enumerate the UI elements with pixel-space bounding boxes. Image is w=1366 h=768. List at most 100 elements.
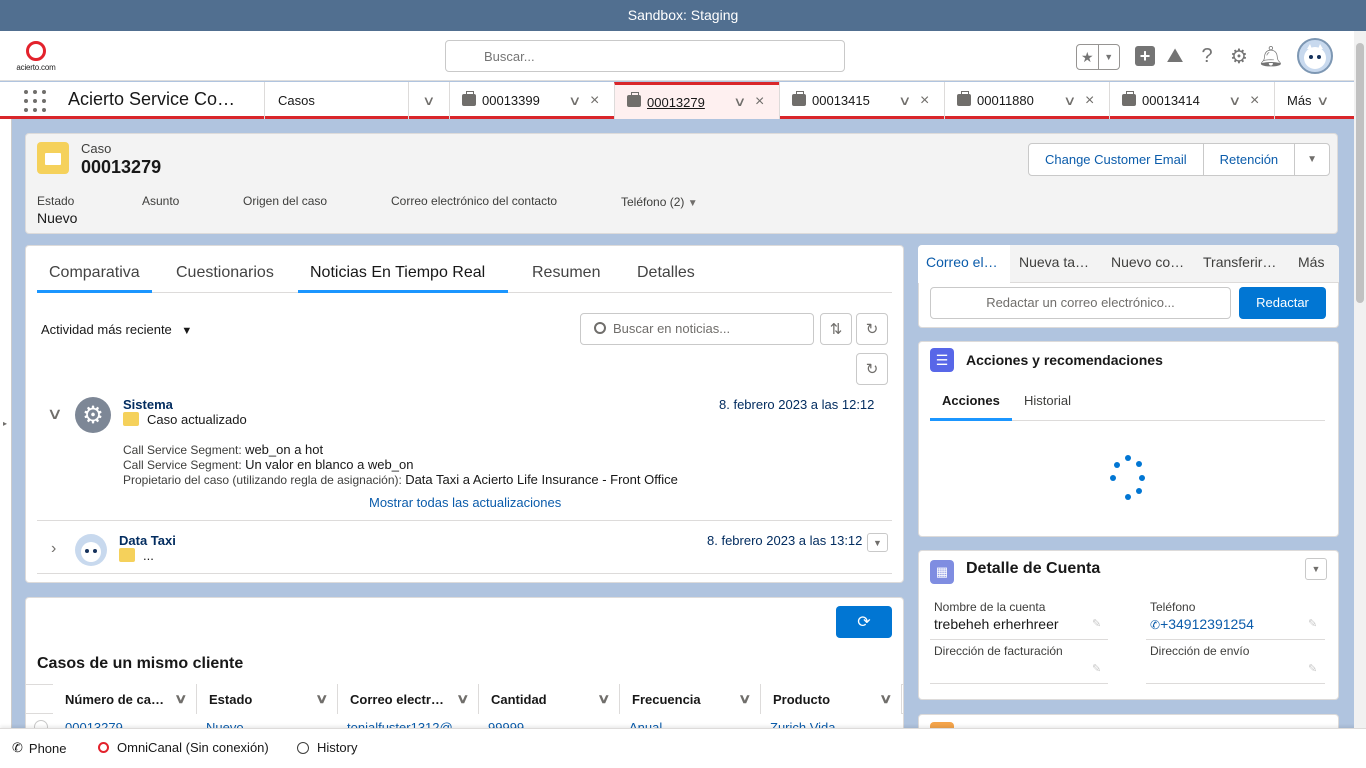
close-icon[interactable]: × — [590, 92, 599, 110]
tab-case-00013279[interactable]: 00013279 ∨ × — [614, 82, 779, 119]
retencion-button[interactable]: Retención — [1204, 144, 1296, 175]
feed-author[interactable]: Sistema — [123, 397, 173, 412]
field-label-telefono[interactable]: Teléfono (2) ▼ — [621, 195, 698, 209]
tab-more-label: Más — [1287, 93, 1312, 108]
tab-case-00011880[interactable]: 00011880 ∨ × — [944, 82, 1109, 119]
close-icon[interactable]: × — [755, 93, 764, 111]
page-scrollbar[interactable] — [1354, 31, 1366, 728]
chevron-down-icon[interactable]: ∨ — [1063, 93, 1076, 109]
tab-label: 00013399 — [482, 93, 540, 108]
tab-comparativa[interactable]: Comparativa — [49, 264, 140, 282]
add-icon[interactable]: + — [1132, 43, 1158, 69]
tab-transferir[interactable]: Transferir… — [1203, 254, 1276, 270]
system-gear-avatar-icon: ⚙ — [75, 397, 111, 433]
phone-link[interactable]: ✆+34912391254 — [1150, 616, 1254, 632]
change-customer-email-button[interactable]: Change Customer Email — [1029, 144, 1204, 175]
tab-more[interactable]: Más ∨ — [1274, 82, 1354, 119]
feed-search-input[interactable]: Buscar en noticias... — [580, 313, 814, 345]
feed-item-menu-chevron-icon[interactable]: ▼ — [867, 533, 888, 552]
tab-label: 00011880 — [977, 93, 1034, 108]
column-header[interactable]: Frecuencia ∨ — [620, 684, 761, 714]
actions-recommendations-card — [918, 341, 1339, 537]
tab-label: 00013279 — [647, 94, 705, 110]
more-actions-dropdown[interactable]: ▼ — [1295, 144, 1329, 175]
column-header[interactable]: Producto ∨ — [761, 684, 902, 714]
star-icon[interactable]: ★ — [1077, 45, 1098, 69]
help-icon[interactable]: ? — [1194, 43, 1220, 69]
field-label: Nombre de la cuenta — [934, 600, 1046, 614]
feed-sort-dropdown[interactable]: Actividad más reciente ▼ — [41, 322, 192, 337]
cases-title: Casos de un mismo cliente — [37, 655, 244, 672]
app-launcher-icon[interactable] — [24, 90, 46, 112]
phone-icon: ✆ — [1150, 618, 1161, 632]
nav-object-casos[interactable]: Casos — [264, 82, 408, 119]
show-all-updates-link[interactable]: Mostrar todas las actualizaciones — [369, 495, 561, 510]
expand-chevron-icon[interactable]: › — [51, 540, 56, 558]
close-icon[interactable]: × — [920, 92, 929, 110]
tab-mas[interactable]: Más — [1298, 254, 1324, 270]
compose-email-input[interactable]: Redactar un correo electrónico... — [930, 287, 1231, 319]
utility-history[interactable]: History — [297, 740, 357, 755]
company-logo[interactable]: acierto.com — [16, 41, 56, 73]
edit-pencil-icon[interactable]: ✎ — [1092, 617, 1101, 630]
tab-correo[interactable]: Correo el… — [926, 254, 998, 270]
column-header[interactable]: Estado ∨ — [197, 684, 338, 714]
utility-phone[interactable]: ✆ Phone — [12, 740, 67, 756]
column-header[interactable]: Cantidad ∨ — [479, 684, 620, 714]
feed-date[interactable]: 8. febrero 2023 a las 13:12 — [707, 533, 862, 548]
field-label-estado: Estado — [37, 194, 75, 208]
global-header: acierto.com ★▼ + ⛰ ? ⚙ 🔔︎ — [0, 31, 1354, 81]
tab-case-00013414[interactable]: 00013414 ∨ × — [1109, 82, 1274, 119]
chevron-down-icon[interactable]: ∨ — [898, 93, 911, 109]
edit-pencil-icon[interactable]: ✎ — [1308, 662, 1317, 675]
chevron-down-icon[interactable]: ∨ — [568, 93, 581, 109]
close-icon[interactable]: × — [1250, 92, 1259, 110]
expand-all-icon[interactable]: ⇅ — [820, 313, 852, 345]
chevron-down-icon: ∨ — [1315, 92, 1329, 108]
tab-noticias[interactable]: Noticias En Tiempo Real — [310, 264, 485, 282]
trailhead-icon[interactable]: ⛰ — [1162, 43, 1188, 69]
tab-nueva-tarea[interactable]: Nueva ta… — [1019, 254, 1089, 270]
edit-pencil-icon[interactable]: ✎ — [1092, 662, 1101, 675]
tab-case-00013399[interactable]: 00013399 ∨ × — [449, 82, 614, 119]
column-header[interactable]: Número de ca… ∨ — [53, 684, 197, 714]
user-avatar[interactable] — [1297, 38, 1333, 74]
notifications-bell-icon[interactable]: 🔔︎ — [1258, 43, 1284, 69]
field-label-correo: Correo electrónico del contacto — [391, 194, 558, 208]
refresh-icon[interactable]: ↻ — [856, 313, 888, 345]
field-divider — [930, 683, 1108, 684]
refresh-icon[interactable]: ↻ — [856, 353, 888, 385]
update-line-1: Call Service Segment: web_on a hot — [123, 442, 324, 457]
chevron-down-icon[interactable]: ∨ — [733, 94, 746, 110]
column-header[interactable]: Correo electr… ∨ — [338, 684, 479, 714]
tab-cuestionarios[interactable]: Cuestionarios — [176, 264, 274, 282]
compose-button[interactable]: Redactar — [1239, 287, 1326, 319]
utility-omnichannel[interactable]: OmniCanal (Sin conexión) — [98, 740, 269, 755]
tab-nuevo-contacto[interactable]: Nuevo co… — [1111, 254, 1184, 270]
tab-historial[interactable]: Historial — [1024, 393, 1071, 408]
case-icon — [462, 90, 476, 106]
tab-acciones[interactable]: Acciones — [942, 393, 1000, 408]
utility-bar: ✆ Phone OmniCanal (Sin conexión) History — [0, 728, 1366, 768]
case-icon — [1122, 90, 1136, 106]
favorites-button[interactable]: ★ ▼ — [1076, 44, 1120, 70]
feed-author[interactable]: Data Taxi — [119, 533, 176, 548]
tab-detalles[interactable]: Detalles — [637, 264, 695, 282]
chevron-down-icon[interactable]: ▼ — [1097, 45, 1120, 69]
sandbox-banner: Sandbox: Staging — [0, 0, 1366, 31]
close-icon[interactable]: × — [1085, 92, 1094, 110]
account-menu-chevron-icon[interactable]: ▼ — [1305, 558, 1327, 580]
tab-resumen[interactable]: Resumen — [532, 264, 600, 282]
collapse-chevron-icon[interactable]: ∨ — [47, 404, 63, 424]
chevron-down-icon[interactable]: ∨ — [1228, 93, 1241, 109]
nav-object-menu-chevron-icon[interactable]: ∨ — [408, 82, 448, 119]
edit-pencil-icon[interactable]: ✎ — [1308, 617, 1317, 630]
tab-case-00013415[interactable]: 00013415 ∨ × — [779, 82, 944, 119]
field-divider — [1146, 683, 1325, 684]
setup-gear-icon[interactable]: ⚙ — [1226, 43, 1252, 69]
global-search-input[interactable] — [445, 40, 845, 72]
left-utility-strip[interactable]: ▸ — [0, 119, 12, 729]
field-divider — [1146, 639, 1325, 640]
refresh-icon[interactable]: ⟳ — [836, 606, 892, 638]
feed-date[interactable]: 8. febrero 2023 a las 12:12 — [719, 397, 874, 412]
